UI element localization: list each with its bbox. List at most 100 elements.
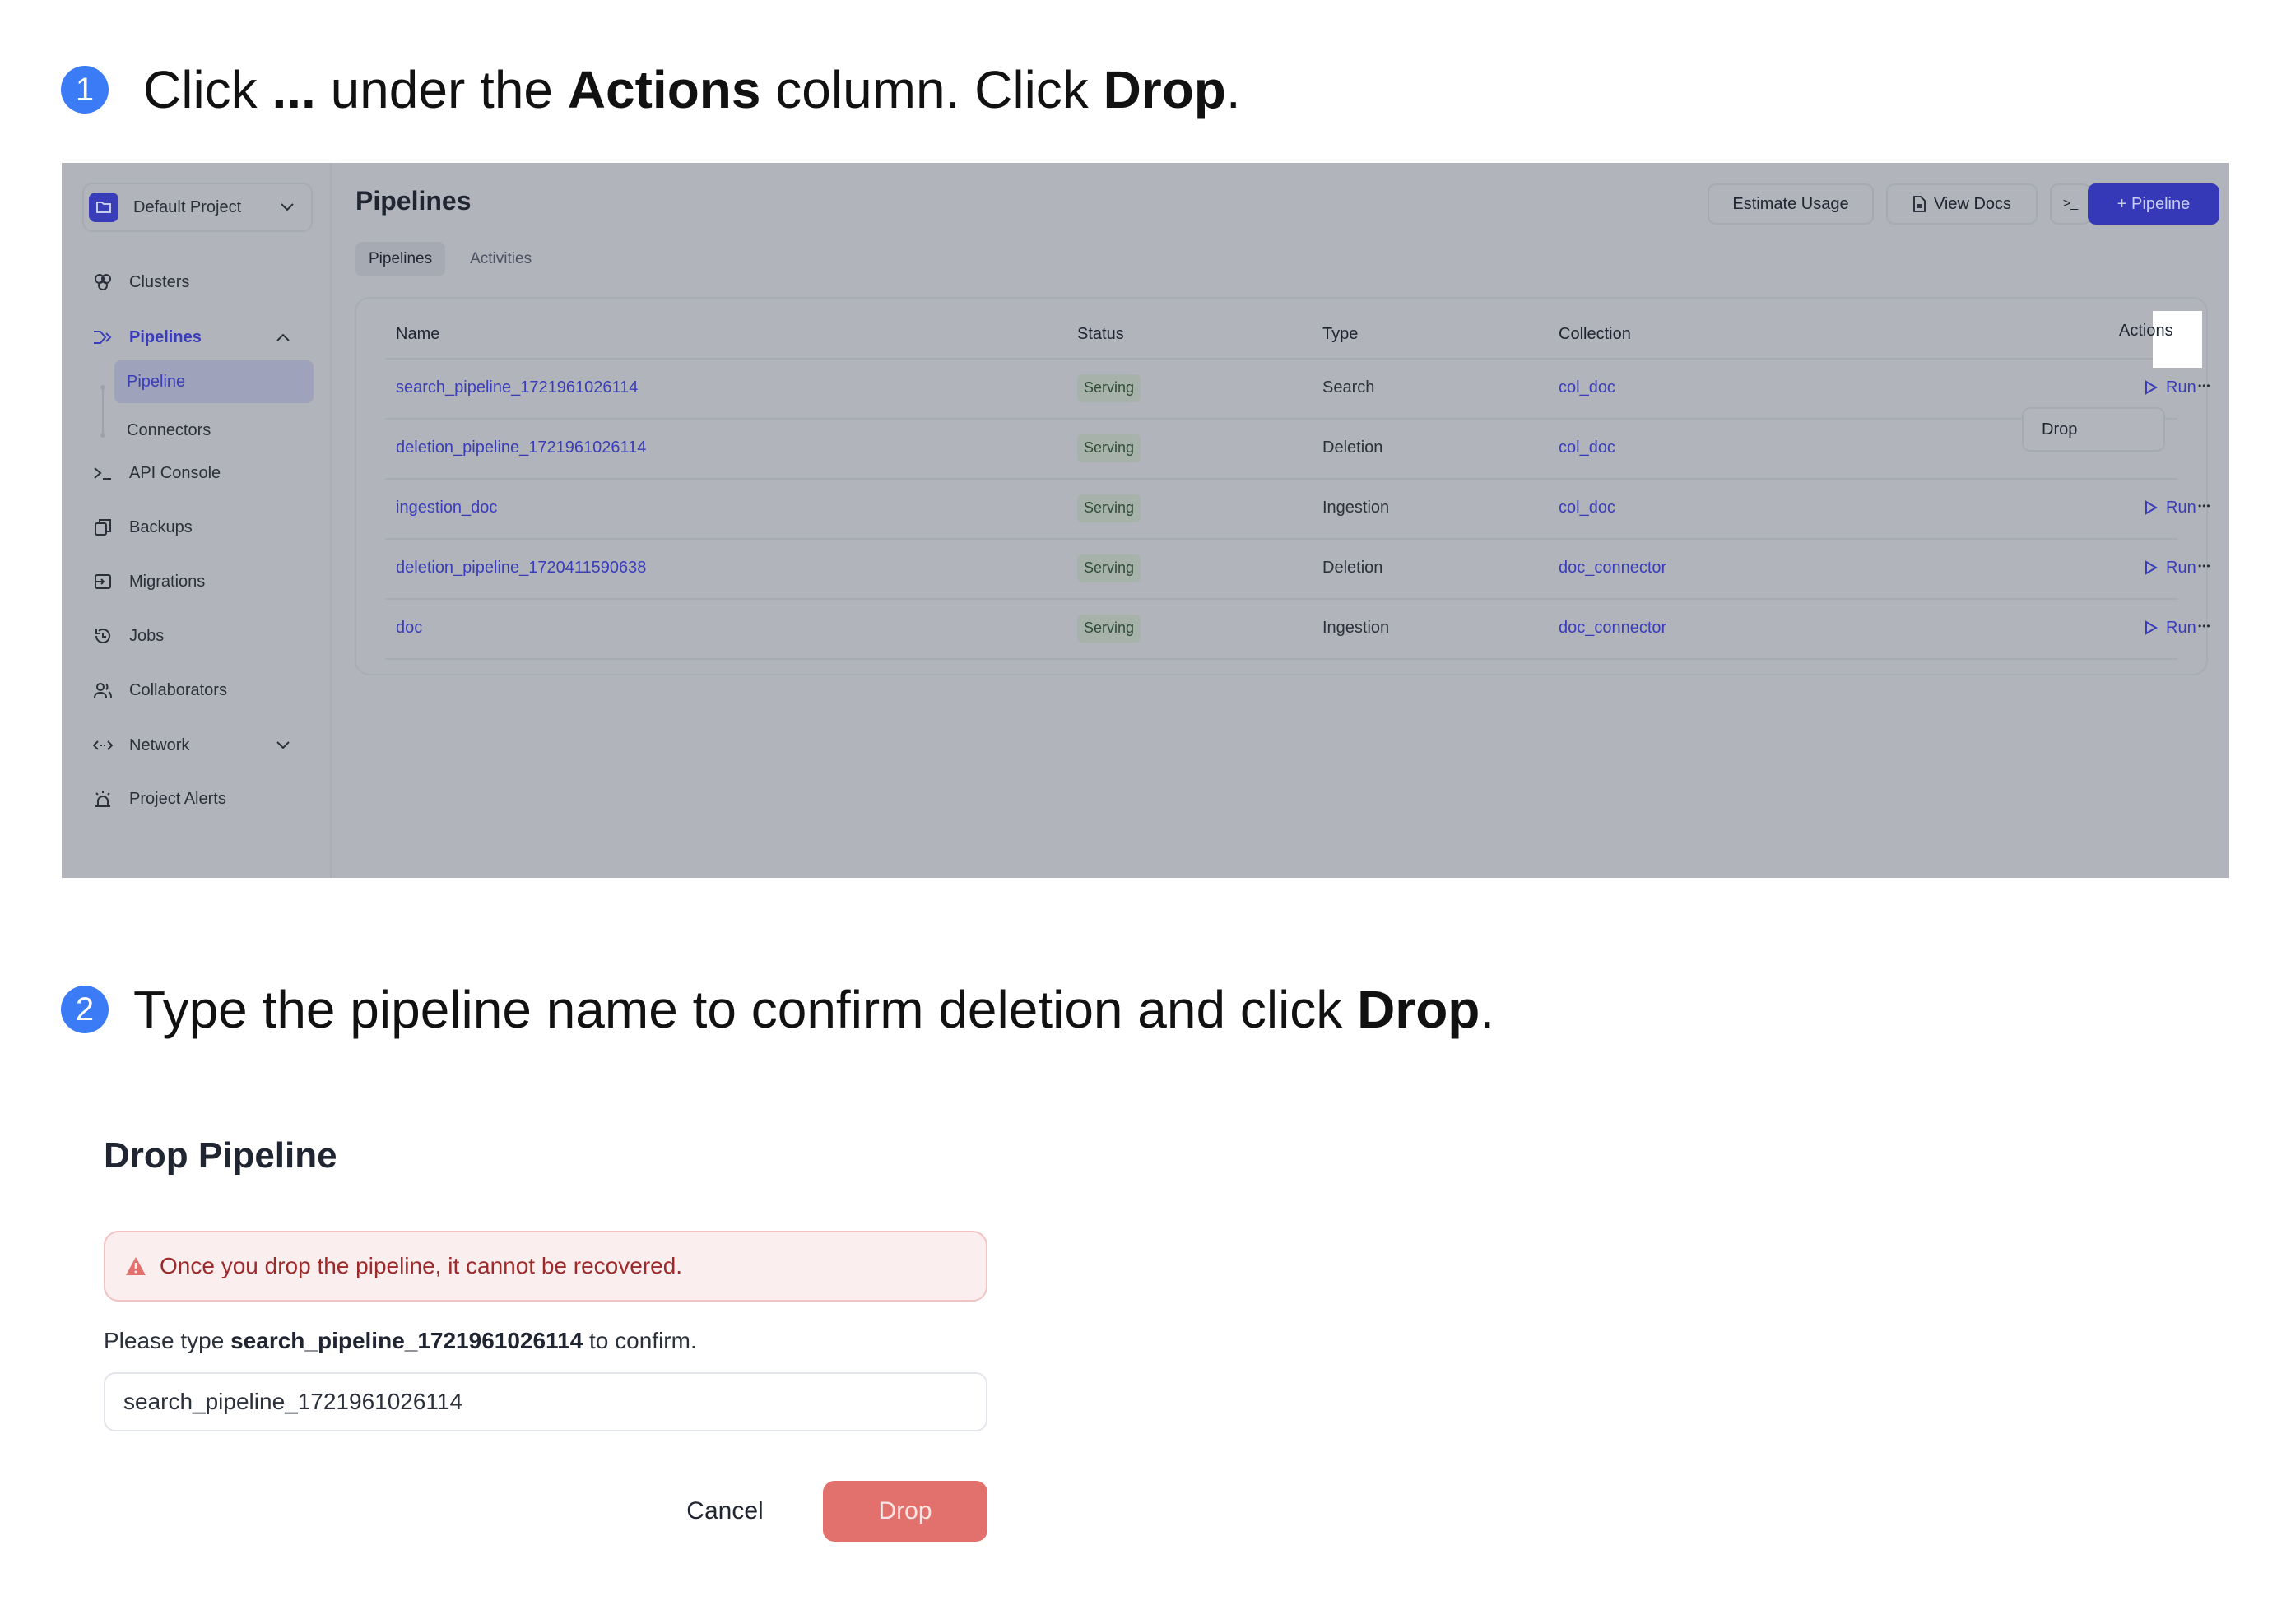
pipeline-type: Ingestion bbox=[1322, 498, 1390, 517]
dialog-title: Drop Pipeline bbox=[104, 1135, 337, 1176]
confirm-instruction: Please type search_pipeline_172196102611… bbox=[104, 1328, 697, 1354]
sidebar-subitem-connectors[interactable]: Connectors bbox=[114, 409, 314, 452]
run-button[interactable]: Run bbox=[2145, 378, 2196, 397]
step-number-badge: 1 bbox=[61, 66, 109, 114]
collection-link[interactable]: col_doc bbox=[1559, 499, 1615, 517]
pipeline-name-link[interactable]: search_pipeline_1721961026114 bbox=[396, 378, 638, 397]
sidebar-item-project-alerts[interactable]: Project Alerts bbox=[93, 789, 307, 809]
sidebar-subitem-pipeline[interactable]: Pipeline bbox=[114, 360, 314, 403]
column-header-status: Status bbox=[1077, 325, 1124, 343]
pipeline-name-input[interactable] bbox=[104, 1372, 988, 1431]
column-header-type: Type bbox=[1322, 325, 1359, 343]
estimate-usage-button[interactable]: Estimate Usage bbox=[1708, 183, 1874, 225]
text: column. Click bbox=[760, 60, 1104, 119]
history-icon bbox=[93, 626, 113, 646]
sidebar-item-migrations[interactable]: Migrations bbox=[93, 572, 307, 592]
sidebar-item-label: Network bbox=[129, 735, 190, 754]
row-menu-drop-item[interactable]: Drop bbox=[2022, 407, 2165, 452]
table-divider bbox=[385, 658, 2177, 660]
tab-pipelines[interactable]: Pipelines bbox=[356, 242, 446, 276]
pipelines-icon bbox=[93, 327, 113, 347]
pipeline-type: Deletion bbox=[1322, 438, 1383, 457]
pipelines-table: Name Status Type Collection search_pipel… bbox=[355, 297, 2211, 675]
chevron-up-icon bbox=[272, 327, 294, 348]
collection-link[interactable]: col_doc bbox=[1559, 378, 1615, 397]
step-number-badge: 2 bbox=[61, 986, 109, 1033]
terminal-icon bbox=[93, 463, 113, 483]
run-button[interactable]: Run bbox=[2145, 619, 2196, 638]
step-instruction: Click ... under the Actions column. Clic… bbox=[143, 59, 1241, 120]
folder-icon bbox=[89, 193, 118, 222]
sidebar-item-api-console[interactable]: API Console bbox=[93, 463, 307, 483]
sidebar-item-network[interactable]: Network bbox=[93, 735, 307, 756]
more-actions-icon[interactable]: ••• bbox=[2198, 500, 2211, 512]
more-actions-icon[interactable]: ••• bbox=[2198, 560, 2211, 572]
play-icon bbox=[2145, 500, 2158, 515]
collection-link[interactable]: doc_connector bbox=[1559, 559, 1666, 578]
users-icon bbox=[93, 680, 113, 700]
sidebar-item-label: Collaborators bbox=[129, 680, 227, 699]
create-pipeline-button[interactable]: + Pipeline bbox=[2088, 183, 2219, 225]
column-header-name: Name bbox=[396, 325, 440, 343]
text: under the bbox=[315, 60, 568, 119]
pipeline-name-link[interactable]: deletion_pipeline_1720411590638 bbox=[396, 559, 646, 578]
run-button[interactable]: Run bbox=[2145, 499, 2196, 517]
cancel-button[interactable]: Cancel bbox=[658, 1481, 792, 1542]
text: Click bbox=[143, 60, 272, 119]
sidebar: Default Project Clusters Pipelines Pipel… bbox=[62, 163, 332, 878]
table-divider bbox=[385, 598, 2177, 600]
collection-link[interactable]: doc_connector bbox=[1559, 619, 1666, 638]
migration-icon bbox=[93, 572, 113, 592]
column-header-actions: Actions bbox=[2119, 322, 2173, 340]
text-bold: ... bbox=[272, 60, 316, 119]
more-actions-icon[interactable]: ••• bbox=[2198, 620, 2211, 632]
pipeline-type: Search bbox=[1322, 378, 1375, 397]
pipeline-name-link[interactable]: ingestion_doc bbox=[396, 499, 497, 517]
project-name: Default Project bbox=[133, 197, 242, 216]
sidebar-item-label: Project Alerts bbox=[129, 789, 226, 808]
step-2-heading: 2 Type the pipeline name to confirm dele… bbox=[61, 979, 1494, 1040]
pipeline-name: search_pipeline_1721961026114 bbox=[230, 1328, 583, 1353]
text: to confirm. bbox=[583, 1328, 697, 1353]
text-bold: Actions bbox=[567, 60, 761, 119]
sidebar-item-collaborators[interactable]: Collaborators bbox=[93, 680, 307, 700]
project-selector[interactable]: Default Project bbox=[82, 183, 313, 232]
sidebar-item-jobs[interactable]: Jobs bbox=[93, 626, 307, 646]
tab-bar: Pipelines Activities bbox=[356, 242, 556, 276]
step-1-heading: 1 Click ... under the Actions column. Cl… bbox=[61, 59, 1241, 120]
view-docs-label: View Docs bbox=[1933, 194, 2012, 213]
column-header-collection: Collection bbox=[1559, 325, 1631, 343]
sidebar-item-clusters[interactable]: Clusters bbox=[93, 272, 307, 292]
collection-link[interactable]: col_doc bbox=[1559, 438, 1615, 457]
status-badge: Serving bbox=[1077, 554, 1141, 582]
tab-activities[interactable]: Activities bbox=[457, 242, 545, 276]
run-button[interactable]: Run bbox=[2145, 559, 2196, 578]
view-docs-button[interactable]: View Docs bbox=[1886, 183, 2038, 225]
more-actions-icon[interactable]: ••• bbox=[2198, 380, 2211, 392]
sidebar-item-backups[interactable]: Backups bbox=[93, 517, 307, 537]
text: Please type bbox=[104, 1328, 231, 1353]
text: . bbox=[1480, 980, 1495, 1039]
document-icon bbox=[1912, 196, 1926, 212]
page-title: Pipelines bbox=[356, 186, 472, 216]
tree-dot bbox=[100, 433, 105, 438]
warning-icon bbox=[125, 1256, 146, 1276]
text-bold: Drop bbox=[1357, 980, 1480, 1039]
clusters-icon bbox=[93, 272, 113, 292]
pipeline-name-link[interactable]: doc bbox=[396, 619, 422, 638]
sidebar-item-label: Pipelines bbox=[129, 327, 202, 346]
sidebar-item-label: Jobs bbox=[129, 626, 165, 645]
api-console-button[interactable]: >_ bbox=[2050, 183, 2091, 225]
table-divider bbox=[385, 478, 2177, 480]
drop-button[interactable]: Drop bbox=[823, 1481, 988, 1542]
warning-alert: Once you drop the pipeline, it cannot be… bbox=[104, 1231, 988, 1302]
status-badge: Serving bbox=[1077, 374, 1141, 402]
run-label: Run bbox=[2166, 618, 2196, 637]
alarm-icon bbox=[93, 789, 113, 809]
pipeline-name-link[interactable]: deletion_pipeline_1721961026114 bbox=[396, 438, 646, 457]
sidebar-item-pipelines[interactable]: Pipelines bbox=[93, 327, 307, 348]
run-label: Run bbox=[2166, 378, 2196, 397]
run-label: Run bbox=[2166, 498, 2196, 517]
network-icon bbox=[93, 735, 113, 755]
table-divider bbox=[385, 538, 2177, 540]
